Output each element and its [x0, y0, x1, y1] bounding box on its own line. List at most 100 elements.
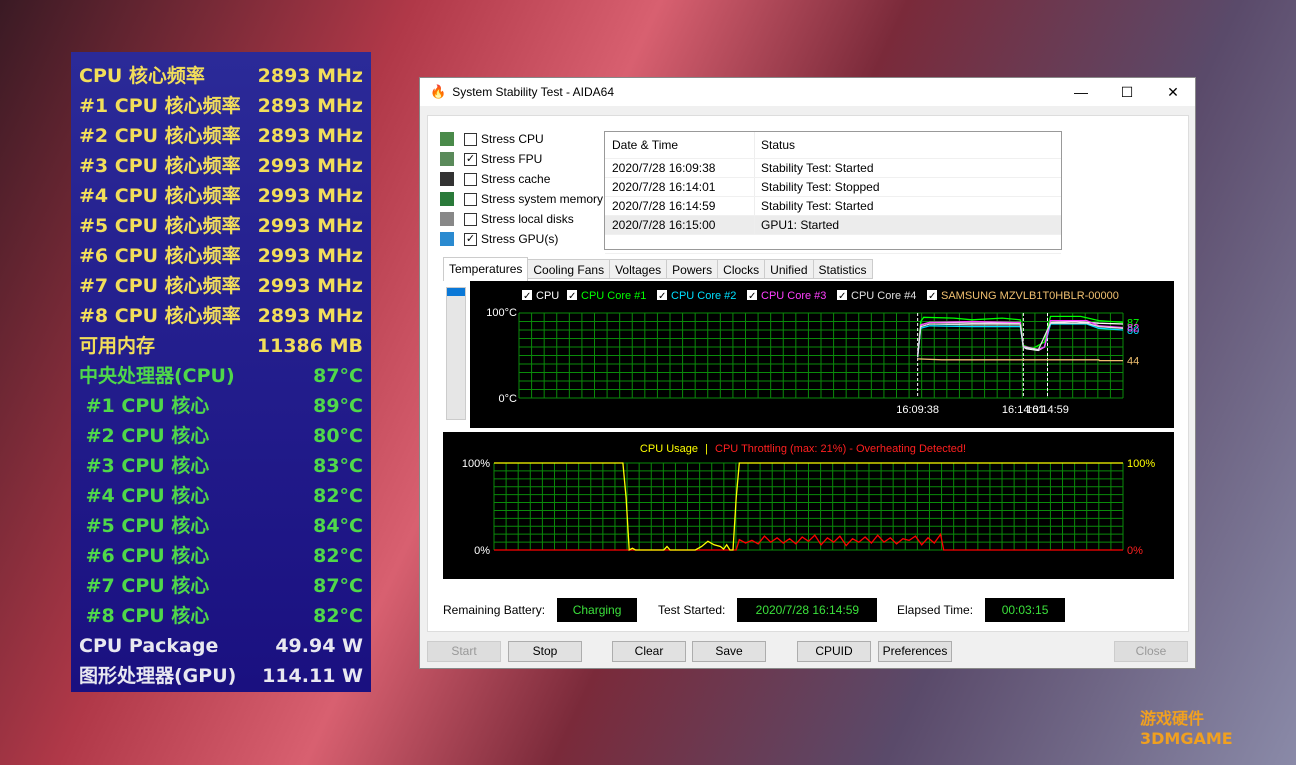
- sensor-row: #6 CPU 核心 82°C: [79, 541, 363, 571]
- y-tick-top: 100°C: [486, 307, 517, 319]
- log-row[interactable]: 2020/7/28 16:15:00 GPU1: Started: [605, 216, 1061, 235]
- preferences-button[interactable]: Preferences: [878, 641, 952, 662]
- cpuid-button[interactable]: CPUID: [797, 641, 871, 662]
- sensor-label: #4 CPU 核心: [79, 485, 210, 507]
- sensor-row: #3 CPU 核心 83°C: [79, 451, 363, 481]
- sensor-label: #3 CPU 核心频率: [79, 155, 241, 177]
- minimize-button[interactable]: —: [1058, 78, 1104, 106]
- check-icon: ✓: [523, 291, 531, 302]
- temp-series-line: [917, 358, 1123, 362]
- tab-powers[interactable]: Powers: [667, 259, 719, 279]
- check-icon: ✓: [838, 291, 846, 302]
- sensor-row: #5 CPU 核心 84°C: [79, 511, 363, 541]
- tab-clocks[interactable]: Clocks: [718, 259, 766, 279]
- sensor-row: #6 CPU 核心频率 2993 MHz: [79, 241, 363, 271]
- window-title: System Stability Test - AIDA64: [452, 85, 615, 99]
- title-separator: |: [705, 443, 708, 455]
- event-log: Date & Time Status 2020/7/28 16:09:38 Stab…: [604, 131, 1062, 254]
- elapsed-value: 00:03:15: [985, 598, 1066, 622]
- sensor-row: #7 CPU 核心 87°C: [79, 571, 363, 601]
- legend-cpu-core-1: CPU Core #1: [581, 290, 646, 302]
- cpu-usage-chart: CPU Usage | CPU Throttling (max: 21%) - Ov…: [443, 432, 1174, 579]
- flame-icon: 🔥: [430, 84, 447, 99]
- maximize-button[interactable]: ☐: [1104, 78, 1150, 106]
- close-window-button[interactable]: ✕: [1150, 78, 1196, 106]
- elapsed-label: Elapsed Time:: [897, 603, 974, 617]
- log-status: Stability Test: Started: [761, 199, 874, 213]
- stress-option[interactable]: ✓ Stress FPU: [440, 149, 542, 169]
- checkbox[interactable]: [464, 192, 477, 206]
- stop-button[interactable]: Stop: [508, 641, 582, 662]
- log-date: 2020/7/28 16:14:59: [605, 197, 755, 215]
- sensor-row: 图形处理器(GPU) 114.11 W: [79, 661, 363, 691]
- log-row[interactable]: 2020/7/28 16:14:59 Stability Test: Starte…: [605, 197, 1061, 216]
- battery-value: Charging: [557, 598, 638, 622]
- sensor-label: 可用内存: [79, 335, 156, 357]
- checkbox[interactable]: [464, 212, 477, 226]
- tab-voltages[interactable]: Voltages: [610, 259, 668, 279]
- stress-option[interactable]: Stress local disks: [440, 209, 574, 229]
- y-tick-top-right: 100%: [1127, 458, 1155, 470]
- sensor-row: #3 CPU 核心频率 2993 MHz: [79, 151, 363, 181]
- col-status[interactable]: Status: [755, 132, 1041, 158]
- checkbox[interactable]: ✓: [464, 152, 477, 166]
- sensor-row: #8 CPU 核心 82°C: [79, 601, 363, 631]
- stress-option[interactable]: Stress cache: [440, 169, 550, 189]
- log-row[interactable]: 2020/7/28 16:14:01 Stability Test: Stoppe…: [605, 178, 1061, 197]
- save-button[interactable]: Save: [692, 641, 766, 662]
- elapsed-info: Elapsed Time: 00:03:15: [897, 598, 1066, 622]
- throttling-title: CPU Throttling (max: 21%) - Overheating …: [715, 443, 966, 455]
- sensor-value: 11386 MB: [256, 335, 363, 357]
- sensor-label: #8 CPU 核心频率: [79, 305, 241, 327]
- log-row-empty: [605, 235, 1061, 254]
- checkbox[interactable]: ✓: [464, 232, 477, 246]
- memory-icon: [440, 192, 454, 206]
- start-button[interactable]: Start: [427, 641, 501, 662]
- sensor-row: 可用内存 11386 MB: [79, 331, 363, 361]
- test-started-value: 2020/7/28 16:14:59: [737, 598, 878, 622]
- sensor-label: CPU Package: [79, 635, 219, 657]
- tab-unified[interactable]: Unified: [765, 259, 814, 279]
- legend-cpu-core-2: CPU Core #2: [671, 290, 736, 302]
- log-date: 2020/7/28 16:14:01: [605, 178, 755, 196]
- legend-cpu-core-4: CPU Core #4: [851, 290, 916, 302]
- y-tick-bottom: 0°C: [499, 393, 518, 405]
- clear-button[interactable]: Clear: [612, 641, 686, 662]
- sensor-label: #6 CPU 核心: [79, 545, 210, 567]
- sensor-value: 87°C: [313, 365, 363, 387]
- option-label: Stress local disks: [481, 212, 574, 226]
- tab-cooling-fans[interactable]: Cooling Fans: [528, 259, 611, 279]
- option-label: Stress cache: [481, 172, 551, 186]
- tab-temperatures[interactable]: Temperatures: [443, 257, 529, 281]
- option-label: Stress CPU: [481, 132, 544, 146]
- log-row[interactable]: 2020/7/28 16:09:38 Stability Test: Starte…: [605, 159, 1061, 178]
- sensor-row: #8 CPU 核心频率 2893 MHz: [79, 301, 363, 331]
- col-date-time[interactable]: Date & Time: [605, 132, 755, 158]
- sensor-row: #5 CPU 核心频率 2993 MHz: [79, 211, 363, 241]
- test-started-info: Test Started: 2020/7/28 16:14:59: [658, 598, 878, 622]
- chart-scrollbar[interactable]: [446, 287, 466, 420]
- checkbox[interactable]: [464, 132, 477, 146]
- scroll-thumb[interactable]: [447, 288, 465, 296]
- y-tick-bottom-left: 0%: [474, 545, 490, 557]
- main-panel: Stress CPU ✓ Stress FPU Stress cache Stress …: [427, 115, 1189, 632]
- cpu-icon: [440, 132, 454, 146]
- sensor-label: 图形处理器(GPU): [79, 665, 237, 687]
- cache-icon: [440, 172, 454, 186]
- sensor-label: #3 CPU 核心: [79, 455, 210, 477]
- tab-statistics[interactable]: Statistics: [813, 259, 873, 279]
- sensor-row: #2 CPU 核心频率 2893 MHz: [79, 121, 363, 151]
- sensor-label: #1 CPU 核心: [79, 395, 210, 417]
- sensor-value: 83°C: [313, 455, 363, 477]
- disk-icon: [440, 212, 454, 226]
- stress-option[interactable]: Stress CPU: [440, 129, 544, 149]
- stress-option[interactable]: ✓ Stress GPU(s): [440, 229, 558, 249]
- sensor-value: 82°C: [313, 605, 363, 627]
- stress-option[interactable]: Stress system memory: [440, 189, 603, 209]
- checkbox[interactable]: [464, 172, 477, 186]
- option-label: Stress system memory: [481, 192, 604, 206]
- sensor-row: CPU Package 49.94 W: [79, 631, 363, 661]
- sensor-label: #4 CPU 核心频率: [79, 185, 241, 207]
- test-started-label: Test Started:: [658, 603, 726, 617]
- close-button[interactable]: Close: [1114, 641, 1188, 662]
